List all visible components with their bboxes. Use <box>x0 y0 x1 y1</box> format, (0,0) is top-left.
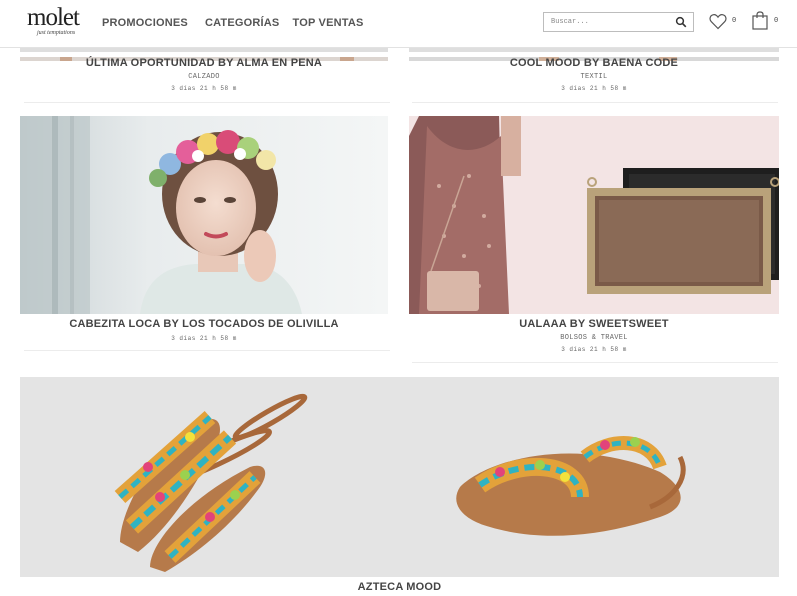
campaign-title[interactable]: UALAAA BY SWEETSWEET <box>409 318 779 330</box>
campaign-category: CALZADO <box>188 73 220 81</box>
campaign-category: TEXTIL <box>580 73 608 81</box>
search-box <box>543 12 694 32</box>
campaign-category: BOLSOS & TRAVEL <box>560 334 628 342</box>
campaign-title[interactable]: COOL MOOD BY BAENA CODE <box>409 57 779 69</box>
clutch-bags-image <box>409 116 779 314</box>
logo-tagline: just temptations <box>37 30 76 36</box>
campaign-image-ualaaa[interactable] <box>409 116 779 314</box>
card-divider <box>24 102 390 103</box>
card-divider <box>412 362 778 363</box>
campaign-title[interactable]: ÚLTIMA OPORTUNIDAD BY ALMA EN PENA <box>20 57 388 69</box>
main-nav: PROMOCIONES CATEGORÍAS TOP VENTAS <box>102 17 364 29</box>
campaign-title[interactable]: AZTECA MOOD <box>20 581 779 593</box>
campaign-image-baena-code[interactable] <box>409 48 779 61</box>
nav-promociones[interactable]: PROMOCIONES <box>102 17 188 29</box>
campaign-countdown: 3 días 21 h 58 m <box>171 335 237 342</box>
site-logo[interactable]: molet just temptations <box>27 4 87 42</box>
campaign-countdown: 3 días 21 h 58 m <box>561 85 627 92</box>
search-icon[interactable] <box>675 16 687 28</box>
campaign-image-cabezita-loca[interactable] <box>20 116 388 314</box>
campaign-title[interactable]: CABEZITA LOCA BY LOS TOCADOS DE OLIVILLA <box>20 318 388 330</box>
campaign-countdown: 3 días 21 h 58 m <box>561 346 627 353</box>
wishlist-count: 0 <box>732 17 737 25</box>
campaign-countdown: 3 días 21 h 58 m <box>171 85 237 92</box>
heart-icon[interactable] <box>709 13 727 30</box>
cart-count: 0 <box>774 17 779 25</box>
beaded-sandals-image <box>20 377 779 577</box>
card-divider <box>24 350 390 351</box>
campaign-image-alma-en-pena[interactable] <box>20 48 388 61</box>
campaign-image-azteca-mood[interactable] <box>20 377 779 577</box>
logo-text: molet <box>27 4 80 31</box>
site-header: molet just temptations PROMOCIONES CATEG… <box>0 0 797 48</box>
shopping-bag-icon[interactable] <box>752 11 768 30</box>
card-divider <box>412 102 778 103</box>
flower-crown-portrait-image <box>20 116 388 314</box>
nav-top-ventas[interactable]: TOP VENTAS <box>292 17 363 29</box>
nav-categorias[interactable]: CATEGORÍAS <box>205 17 280 29</box>
search-input[interactable] <box>544 13 672 31</box>
